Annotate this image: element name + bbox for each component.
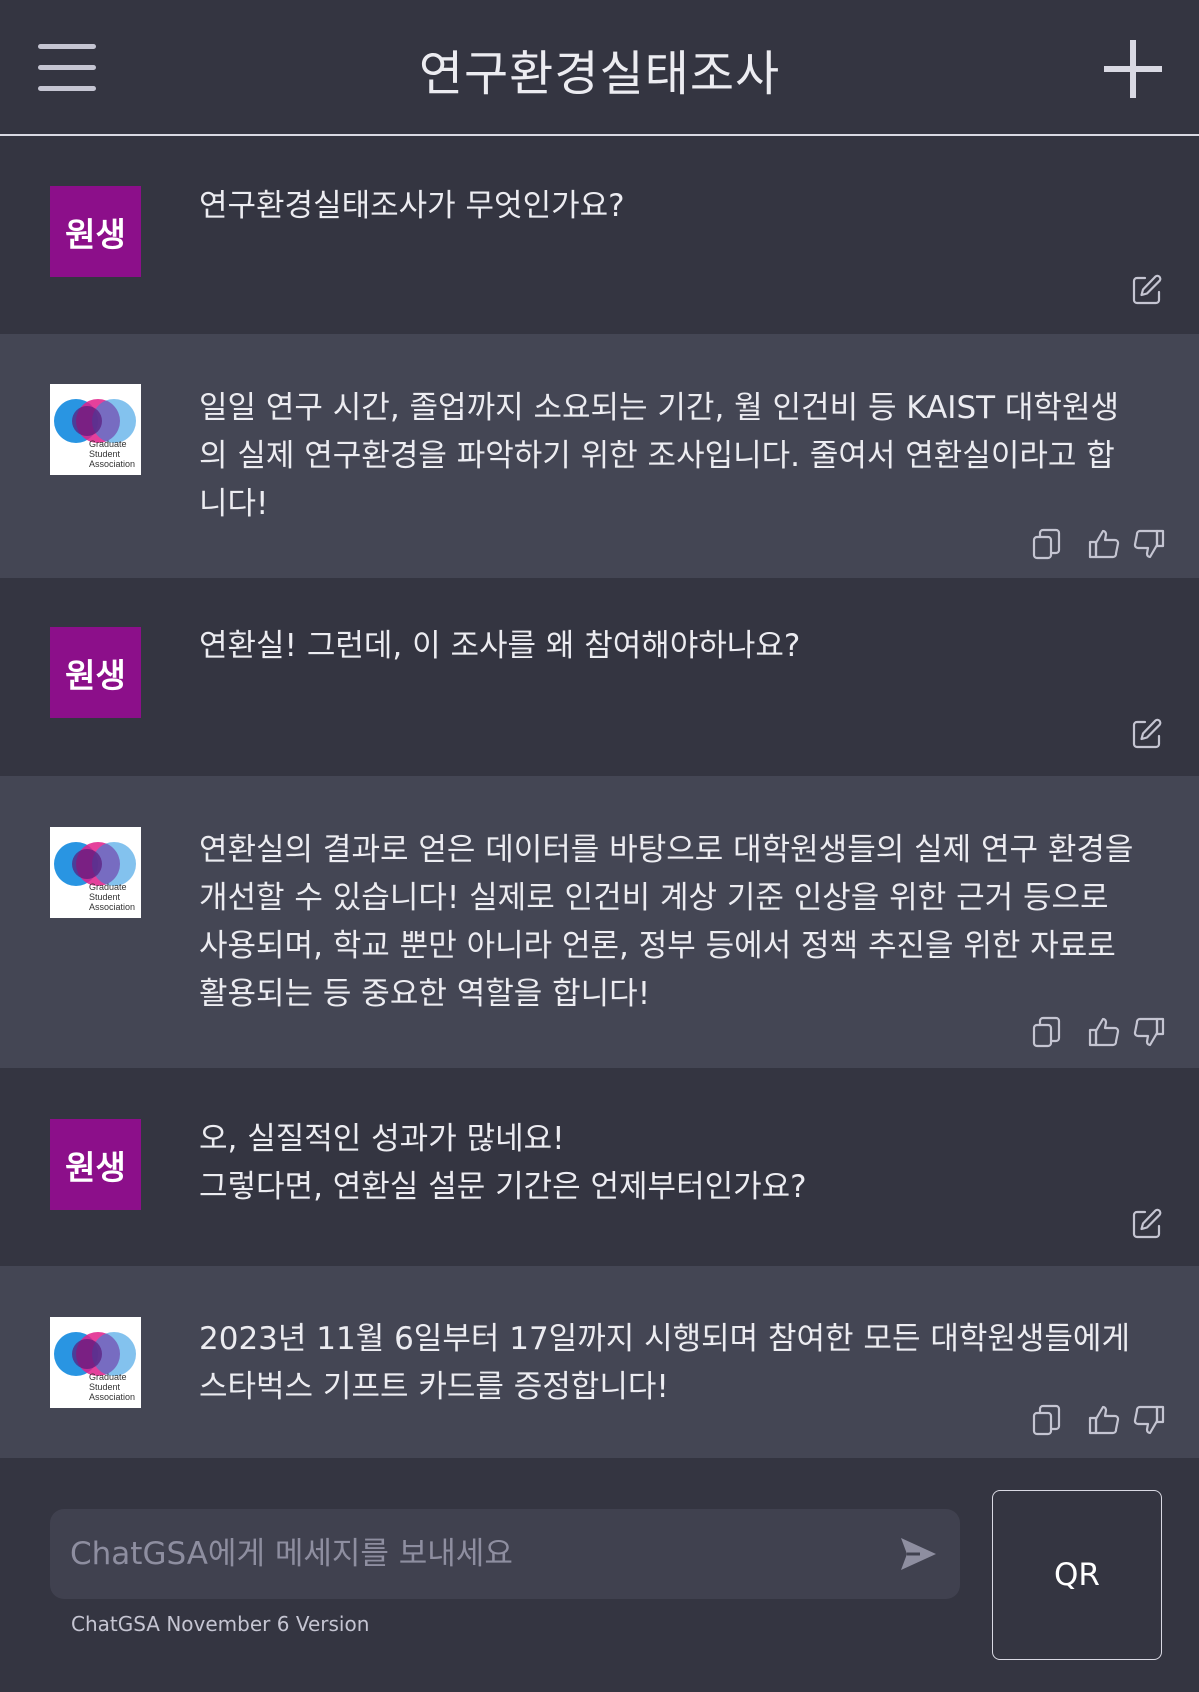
message-user: 원생 연구환경실태조사가 무엇인가요?: [0, 138, 1199, 334]
plus-icon[interactable]: [1104, 40, 1162, 98]
message-input[interactable]: [70, 1527, 890, 1581]
message-text: 오, 실질적인 성과가 많네요! 그렇다면, 연환실 설문 기간은 언제부터인가…: [199, 1121, 807, 1205]
message-text: 2023년 11월 6일부터 17일까지 시행되며 참여한 모든 대학원생들에게…: [199, 1321, 1130, 1405]
svg-text:Association: Association: [89, 1392, 135, 1402]
message-bot: Graduate Student Association 일일 연구 시간, 졸…: [0, 334, 1199, 578]
message-composer: [50, 1509, 960, 1599]
copy-icon[interactable]: [1030, 1404, 1062, 1436]
message-user: 원생 오, 실질적인 성과가 많네요! 그렇다면, 연환실 설문 기간은 언제부…: [0, 1068, 1199, 1266]
message-bot: Graduate Student Association 2023년 11월 6…: [0, 1266, 1199, 1458]
qr-button[interactable]: QR: [992, 1490, 1162, 1660]
svg-text:Association: Association: [89, 459, 135, 469]
user-avatar: 원생: [50, 186, 141, 277]
top-bar: 연구환경실태조사: [0, 0, 1199, 136]
svg-text:Graduate: Graduate: [89, 439, 127, 449]
copy-icon[interactable]: [1030, 1016, 1062, 1048]
edit-icon[interactable]: [1131, 1208, 1163, 1240]
svg-text:Student: Student: [89, 449, 121, 459]
message-bot: Graduate Student Association 연환실의 결과로 얻은…: [0, 776, 1199, 1068]
message-text: 연환실! 그런데, 이 조사를 왜 참여해야하나요?: [199, 628, 801, 664]
svg-text:Graduate: Graduate: [89, 1372, 127, 1382]
thumbs-down-icon[interactable]: [1133, 528, 1165, 560]
thumbs-up-icon[interactable]: [1088, 528, 1120, 560]
thumbs-down-icon[interactable]: [1133, 1404, 1165, 1436]
gsa-logo: Graduate Student Association: [50, 384, 141, 475]
copy-icon[interactable]: [1030, 528, 1062, 560]
message-text: 연환실의 결과로 얻은 데이터를 바탕으로 대학원생들의 실제 연구 환경을 개…: [199, 832, 1134, 1012]
user-avatar: 원생: [50, 627, 141, 718]
svg-text:Association: Association: [89, 902, 135, 912]
thumbs-up-icon[interactable]: [1088, 1404, 1120, 1436]
svg-text:Graduate: Graduate: [89, 882, 127, 892]
edit-icon[interactable]: [1131, 274, 1163, 306]
version-text: ChatGSA November 6 Version: [71, 1612, 370, 1636]
thumbs-down-icon[interactable]: [1133, 1016, 1165, 1048]
svg-text:Student: Student: [89, 1382, 121, 1392]
user-avatar: 원생: [50, 1119, 141, 1210]
gsa-logo: Graduate Student Association: [50, 827, 141, 918]
svg-text:Student: Student: [89, 892, 121, 902]
message-user: 원생 연환실! 그런데, 이 조사를 왜 참여해야하나요?: [0, 578, 1199, 776]
thumbs-up-icon[interactable]: [1088, 1016, 1120, 1048]
edit-icon[interactable]: [1131, 718, 1163, 750]
send-icon[interactable]: [898, 1534, 938, 1574]
message-text: 일일 연구 시간, 졸업까지 소요되는 기간, 월 인건비 등 KAIST 대학…: [199, 390, 1119, 522]
page-title: 연구환경실태조사: [418, 46, 781, 102]
message-text: 연구환경실태조사가 무엇인가요?: [199, 188, 625, 224]
gsa-logo: Graduate Student Association: [50, 1317, 141, 1408]
